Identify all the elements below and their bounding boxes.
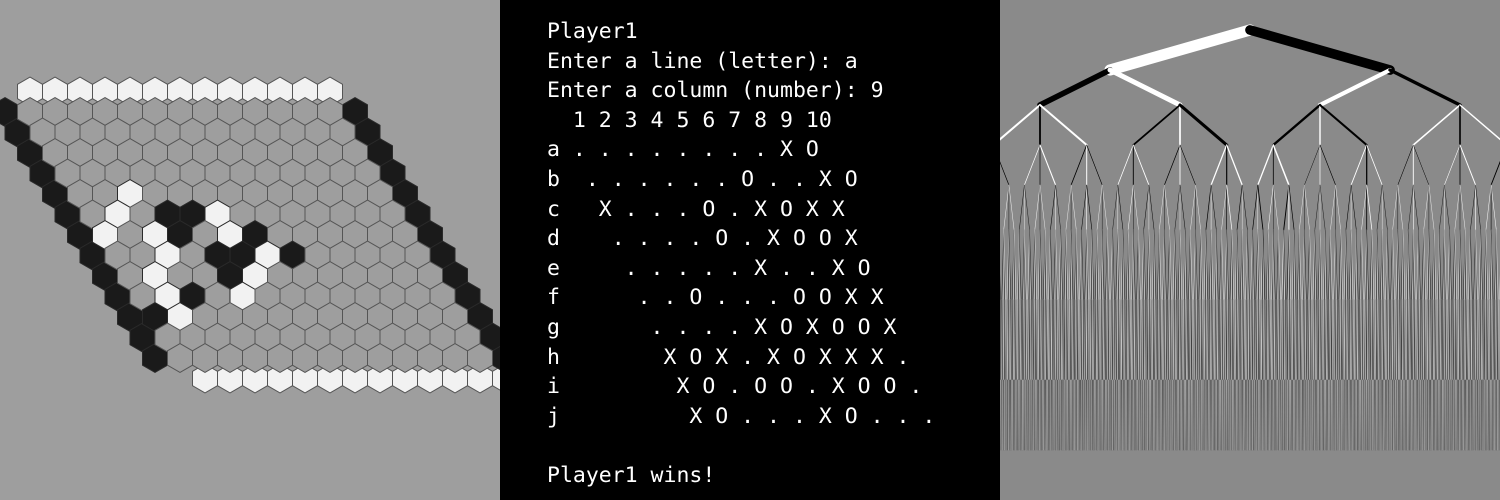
terminal-line: Enter a column (number): 9 [547,78,884,104]
terminal-board-row: e . . . . . X . . X O [547,255,871,281]
game-tree [1000,0,1500,500]
hex-board-panel [0,0,500,500]
terminal-line: Player1 [547,19,638,44]
game-tree-panel [1000,0,1500,500]
terminal-board-row: h X O X . X O X X X . [547,344,910,370]
hex-board[interactable] [0,0,500,500]
terminal-result-line: Player1 wins! [547,462,716,488]
terminal-board-row: j X O . . . X O . . . [547,403,936,429]
terminal-panel: Player1 Enter a line (letter): a Enter a c… [500,0,1000,500]
terminal-board-row: c X . . . O . X O X X [547,196,845,222]
terminal-board-row: a . . . . . . . . X O [547,137,819,163]
terminal-column-header: 1 2 3 4 5 6 7 8 9 10 [547,107,832,133]
terminal-board-row: i X O . O O . X O O . [547,374,923,400]
terminal-output: Player1 Enter a line (letter): a Enter a c… [547,17,935,491]
terminal-board-row: f . . O . . . O O X X [547,285,884,311]
terminal-line: Enter a line (letter): a [547,48,858,74]
terminal-board-row: g . . . . X O X O O X [547,314,897,340]
terminal-board-row: d . . . . O . X O O X [547,226,858,252]
terminal-board-row: b . . . . . . O . . X O [547,166,858,192]
